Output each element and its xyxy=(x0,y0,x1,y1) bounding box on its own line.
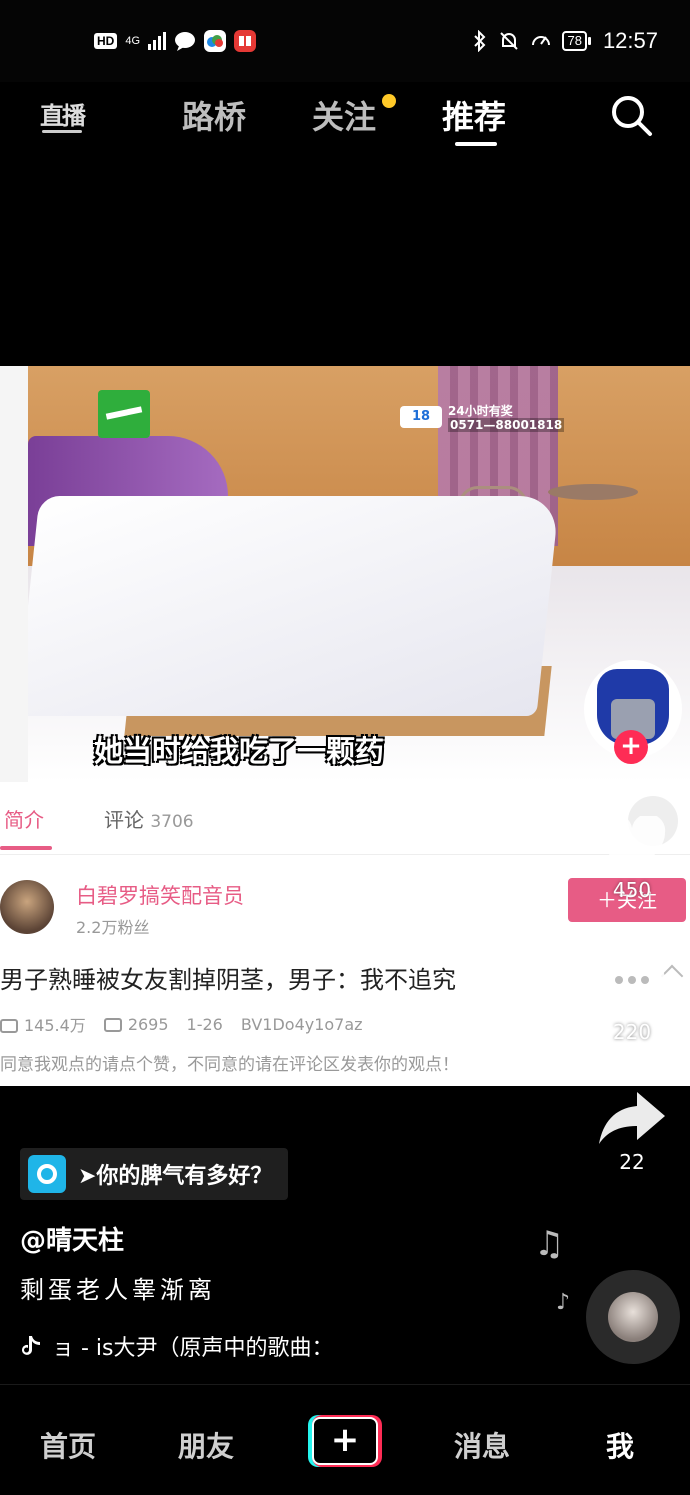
comment-button[interactable]: 220 xyxy=(594,950,670,1044)
bottom-tab-bar: 首页 朋友 + 消息 我 xyxy=(0,1384,690,1495)
like-button[interactable]: 450 xyxy=(594,813,670,902)
video-meta: 145.4万 2695 1-26 BV1Do4y1o7az xyxy=(0,1012,381,1036)
cloud-app-icon xyxy=(204,30,227,52)
danmaku-stat: 2695 xyxy=(103,1015,169,1034)
live-tv-icon xyxy=(42,130,82,133)
tab-local[interactable]: 路桥 xyxy=(182,92,246,138)
promo-tag[interactable]: ➤你的脾气有多好？ xyxy=(20,1148,289,1200)
signal-icon xyxy=(148,32,167,50)
music-note-small-icon: ♪ xyxy=(556,1290,571,1315)
video-description: 同意我观点的请点个赞，不同意的请在评论区发表你的观点！ xyxy=(0,1055,459,1075)
comment-count: 220 xyxy=(612,1020,652,1044)
search-icon[interactable] xyxy=(608,92,654,138)
music-info[interactable]: ョ - is大尹（原声中的歌曲： xyxy=(20,1330,334,1362)
video-subtitle: 她当时给我吃了一颗药 xyxy=(94,734,385,768)
message-bubble-icon xyxy=(174,30,196,52)
tab-comments[interactable]: 评论 3706 xyxy=(104,804,194,833)
share-arrow-icon xyxy=(599,1092,665,1144)
network-type: 4G xyxy=(125,35,141,47)
plus-icon: + xyxy=(312,1417,378,1465)
bed xyxy=(28,496,560,716)
comments-count: 3706 xyxy=(150,812,194,832)
hotline-line1: 24小时有奖 xyxy=(448,404,513,418)
video-info-panel: 简介 评论 3706 白碧罗搞笑配音员 2.2万粉丝 ＋关注 男子熟睡被女友割掉… xyxy=(0,782,690,1086)
tab-intro[interactable]: 简介 xyxy=(4,804,44,833)
author-handle[interactable]: @晴天柱 xyxy=(20,1220,124,1257)
bluetooth-icon xyxy=(474,30,486,52)
status-bar: HD 4G 78 12:57 xyxy=(0,0,690,82)
active-tab-indicator xyxy=(455,142,497,146)
danmaku-icon xyxy=(103,1017,122,1032)
video-title: 男子熟睡被女友割掉阴茎，男子：我不追究 xyxy=(0,966,456,994)
tv-hotline: 18 24小时有奖 0571—88001818 xyxy=(400,402,600,436)
tv-station-logo xyxy=(98,390,150,438)
battery-icon: 78 xyxy=(562,31,592,51)
book-app-icon xyxy=(234,30,257,52)
tab-me[interactable]: 我 xyxy=(606,1425,634,1465)
intro-tab-indicator xyxy=(0,846,52,850)
uploader-avatar[interactable] xyxy=(0,880,54,934)
uploader-name[interactable]: 白碧罗搞笑配音员 xyxy=(76,880,244,910)
like-count: 450 xyxy=(612,878,652,902)
tiktok-note-icon xyxy=(22,1336,40,1355)
create-button[interactable]: + xyxy=(308,1415,382,1467)
tab-following[interactable]: 关注 xyxy=(312,92,376,138)
share-button[interactable]: 22 xyxy=(594,1090,670,1174)
uploader-fans: 2.2万粉丝 xyxy=(76,918,150,937)
top-nav: 直播 路桥 关注 推荐 xyxy=(0,82,690,154)
play-count-icon xyxy=(0,1019,18,1033)
tv-channel-badge: 18 xyxy=(400,406,442,428)
views-stat: 145.4万 xyxy=(0,1012,86,1036)
bvid: BV1Do4y1o7az xyxy=(240,1014,363,1034)
notification-dot xyxy=(382,94,396,108)
mute-bell-icon xyxy=(500,32,519,50)
heart-icon xyxy=(598,813,666,874)
follow-plus-icon[interactable]: + xyxy=(614,730,648,764)
status-left: HD 4G xyxy=(94,30,257,52)
video-caption: 剩蛋老人睾渐离 xyxy=(20,1276,216,1304)
promo-app-icon xyxy=(28,1155,66,1193)
comment-bubble-icon xyxy=(599,952,665,1014)
speed-gauge-icon xyxy=(532,36,551,46)
music-disc-cover xyxy=(608,1292,658,1342)
live-label: 直播 xyxy=(40,102,86,130)
share-count: 22 xyxy=(619,1150,645,1174)
upload-date: 1-26 xyxy=(186,1014,223,1034)
hd-icon: HD xyxy=(94,33,118,49)
table xyxy=(548,484,638,500)
status-right: 78 12:57 xyxy=(472,28,658,54)
hotline-line2: 0571—88001818 xyxy=(448,418,565,432)
promo-text: ➤你的脾气有多好？ xyxy=(78,1164,273,1189)
clock: 12:57 xyxy=(602,28,658,53)
tab-messages[interactable]: 消息 xyxy=(454,1425,510,1465)
tab-recommended[interactable]: 推荐 xyxy=(442,92,506,138)
music-note-icon: ♫ xyxy=(534,1224,565,1264)
music-title: ョ - is大尹（原声中的歌曲： xyxy=(52,1336,334,1361)
tab-home[interactable]: 首页 xyxy=(40,1425,96,1465)
tab-comments-label: 评论 xyxy=(104,808,144,832)
music-disc[interactable] xyxy=(586,1270,680,1364)
tab-friends[interactable]: 朋友 xyxy=(178,1425,234,1465)
